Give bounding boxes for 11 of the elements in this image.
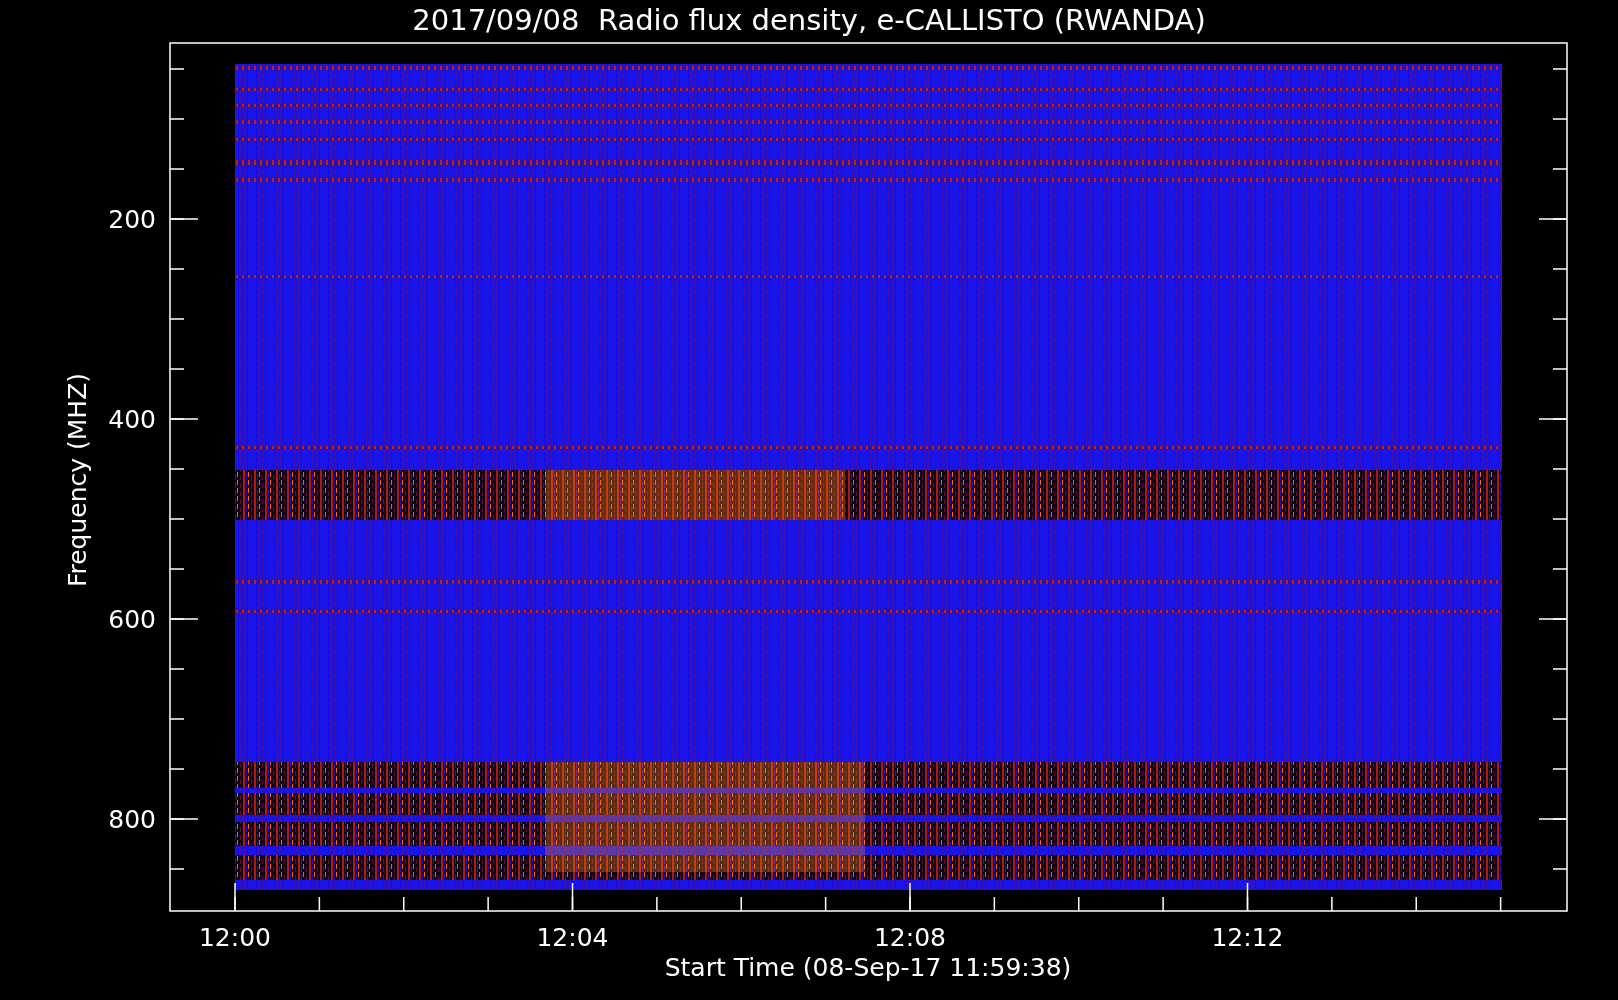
tick-label: 12:00 [199,923,271,952]
axis-title: Frequency (MHZ) [63,372,92,588]
tick-label: 800 [108,805,156,834]
tick-label: 12:08 [874,923,946,952]
tick-label: 400 [108,405,156,434]
tick-label: 600 [108,605,156,634]
tick-label: 12:04 [536,923,609,952]
chart-title: 2017/09/08 Radio flux density, e-CALLISTO (RWANDA) [412,3,1206,37]
tick-label: 12:12 [1211,923,1284,952]
tick-label: 200 [108,205,156,234]
axis-title: Start Time (08-Sep-17 11:59:38) [664,953,1072,982]
